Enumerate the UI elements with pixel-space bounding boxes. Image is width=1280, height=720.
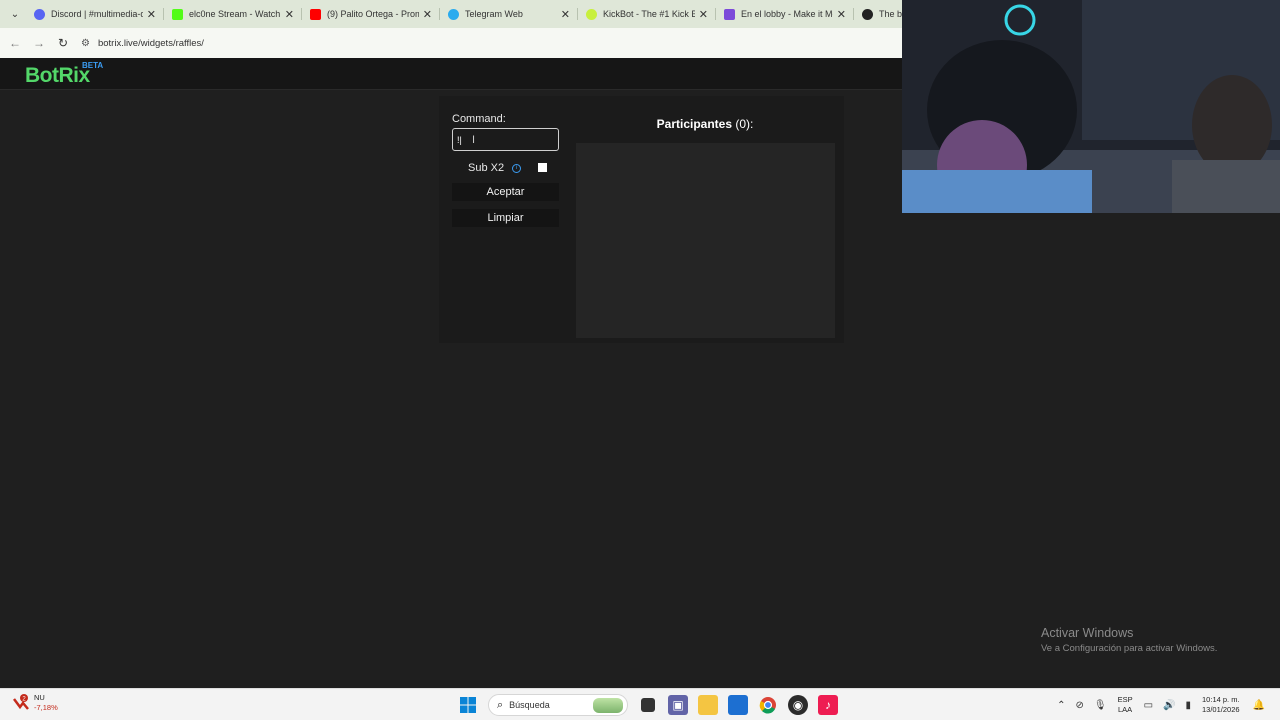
clock-date: 13/01/2026 <box>1202 705 1240 714</box>
webcam-scene <box>902 0 1280 213</box>
tab-title: Discord | #multimedia-d <box>51 9 143 19</box>
system-tray: ⌃ ⊘ 🎙 ESP LAA ▭ 🔊 ▮ 10:14 p. m. 13/01/20… <box>1052 691 1270 719</box>
raffle-panel: Command: I Sub X2 i Aceptar Limpiar Part… <box>439 96 844 343</box>
github-icon <box>862 8 873 20</box>
reload-icon[interactable]: ↻ <box>51 31 75 55</box>
botrix-logo[interactable]: BotRix <box>25 64 90 88</box>
volume-icon[interactable]: 🔊 <box>1163 700 1175 711</box>
tab-close-icon[interactable]: ✕ <box>561 8 570 21</box>
tab-close-icon[interactable]: ✕ <box>699 8 708 21</box>
tab-close-icon[interactable]: ✕ <box>147 8 156 21</box>
url-text: botrix.live/widgets/raffles/ <box>97 37 204 49</box>
taskbar-search[interactable]: ⌕ Búsqueda <box>488 694 628 716</box>
clear-button[interactable]: Limpiar <box>452 209 559 227</box>
youtube-icon <box>310 8 321 20</box>
back-arrow-icon[interactable]: ← <box>3 31 27 55</box>
browser-tab[interactable]: (9) Palito Ortega - Promete ✕ <box>302 0 440 28</box>
search-highlight-art <box>593 698 623 713</box>
file-explorer-icon[interactable] <box>698 695 718 715</box>
taskbar: 2 NU -7,18% ⌕ Búsqueda ▣ ◉ ♪ ⌃ ⊘ 🎙 ESP L… <box>0 688 1280 720</box>
language-indicator[interactable]: ESP LAA <box>1118 695 1133 715</box>
activate-windows-watermark: Activar Windows Ve a Configuración para … <box>1041 626 1217 654</box>
beta-badge: BETA <box>82 61 104 70</box>
browser-tab[interactable]: KickBot - The #1 Kick Bot ✕ <box>578 0 716 28</box>
tab-search-chevron-icon[interactable]: ⌄ <box>4 3 26 25</box>
sub-x2-checkbox[interactable] <box>538 163 547 172</box>
sync-off-icon[interactable]: ⊘ <box>1075 700 1083 711</box>
participants-title: Participantes (0): <box>576 117 834 131</box>
stock-down-icon: 2 <box>12 694 30 712</box>
participants-label: Participantes <box>656 117 733 131</box>
tab-close-icon[interactable]: ✕ <box>837 8 846 21</box>
telegram-icon <box>448 8 459 20</box>
text-cursor-icon: I <box>472 134 476 146</box>
notifications-bell-icon[interactable]: 🔔 <box>1253 700 1265 711</box>
participants-count: (0): <box>735 117 754 131</box>
participants-list[interactable] <box>576 143 835 338</box>
search-icon: ⌕ <box>497 698 504 711</box>
forward-arrow-icon[interactable]: → <box>27 31 51 55</box>
clock-time: 10:14 p. m. <box>1202 695 1240 704</box>
obs-icon[interactable]: ◉ <box>788 695 808 715</box>
search-placeholder: Búsqueda <box>509 700 550 710</box>
tab-title: Telegram Web <box>465 9 523 19</box>
chrome-icon[interactable] <box>758 695 778 715</box>
battery-icon[interactable]: ▮ <box>1185 700 1191 711</box>
kickbot-icon <box>586 8 597 20</box>
tab-title: En el lobby - Make it Meme <box>741 9 833 19</box>
clock[interactable]: 10:14 p. m. 13/01/2026 <box>1202 695 1240 715</box>
browser-tab[interactable]: En el lobby - Make it Meme ✕ <box>716 0 854 28</box>
chevron-up-icon[interactable]: ⌃ <box>1057 700 1065 711</box>
activate-subtitle: Ve a Configuración para activar Windows. <box>1041 643 1218 654</box>
chat-icon[interactable]: ▣ <box>668 695 688 715</box>
meme-icon <box>724 8 735 20</box>
discord-icon <box>34 8 45 20</box>
tab-close-icon[interactable]: ✕ <box>423 8 432 21</box>
stock-widget[interactable]: 2 NU -7,18% <box>12 693 58 713</box>
network-icon[interactable]: ▭ <box>1144 700 1153 711</box>
accept-button[interactable]: Aceptar <box>452 183 559 201</box>
sub-x2-row: Sub X2 i <box>468 162 522 174</box>
task-view-icon[interactable] <box>641 698 655 712</box>
tab-title: (9) Palito Ortega - Promete <box>327 9 419 19</box>
store-icon[interactable] <box>728 695 748 715</box>
stock-change: -7,18% <box>34 703 58 712</box>
tab-close-icon[interactable]: ✕ <box>285 8 294 21</box>
browser-tab[interactable]: Discord | #multimedia-d ✕ <box>26 0 164 28</box>
browser-tab[interactable]: Telegram Web ✕ <box>440 0 578 28</box>
webcam-overlay <box>902 0 1280 213</box>
microphone-icon[interactable]: 🎙 <box>1094 700 1107 711</box>
windows-start-icon[interactable] <box>458 695 478 715</box>
command-label: Command: <box>452 113 506 125</box>
activate-title: Activar Windows <box>1041 626 1134 640</box>
sub-x2-label: Sub X2 <box>468 162 505 174</box>
info-icon[interactable]: i <box>512 163 522 173</box>
url-field[interactable]: ⚙ botrix.live/widgets/raffles/ <box>81 32 901 54</box>
browser-tab[interactable]: elc0ne Stream - Watch Live ✕ <box>164 0 302 28</box>
keyboard-layout: LAA <box>1117 705 1133 714</box>
tab-title: KickBot - The #1 Kick Bot <box>603 9 695 19</box>
command-input[interactable] <box>452 128 559 151</box>
taskbar-apps: ⌕ Búsqueda ▣ ◉ ♪ <box>453 693 843 717</box>
site-settings-icon[interactable]: ⚙ <box>81 38 90 49</box>
tiktok-icon[interactable]: ♪ <box>818 695 838 715</box>
language-code: ESP <box>1117 695 1133 704</box>
kick-icon <box>172 8 183 20</box>
tab-title: elc0ne Stream - Watch Live <box>189 9 281 19</box>
stock-name: NU <box>34 693 45 702</box>
